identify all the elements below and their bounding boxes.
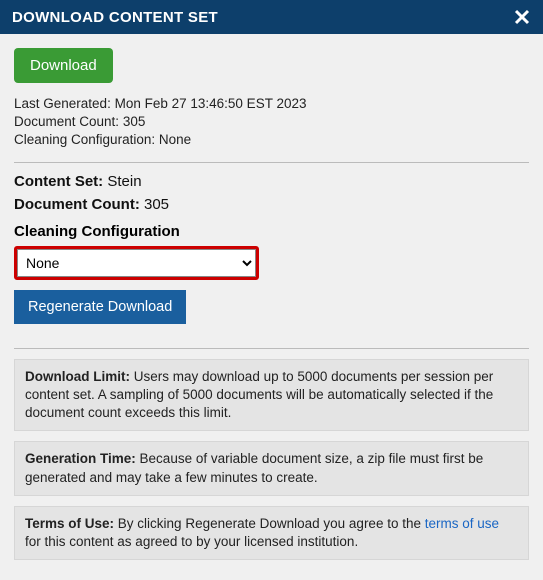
doc-count-label: Document Count: xyxy=(14,196,140,213)
content-set-row: Content Set: Stein xyxy=(14,173,529,190)
terms-of-use-notice: Terms of Use: By clicking Regenerate Dow… xyxy=(14,506,529,560)
doc-count-value: 305 xyxy=(144,196,169,213)
divider xyxy=(14,162,529,163)
terms-of-use-link[interactable]: terms of use xyxy=(425,516,499,531)
generation-time-notice: Generation Time: Because of variable doc… xyxy=(14,441,529,495)
meta-cleaning-row: Cleaning Configuration: None xyxy=(14,131,529,149)
terms-of-use-title: Terms of Use: xyxy=(25,516,114,531)
modal-title: DOWNLOAD CONTENT SET xyxy=(12,9,218,26)
cleaning-config-label: Cleaning Configuration xyxy=(14,223,529,240)
regenerate-download-button[interactable]: Regenerate Download xyxy=(14,290,186,324)
last-generated-value: Mon Feb 27 13:46:50 EST 2023 xyxy=(115,96,307,111)
meta-cleaning-value: None xyxy=(159,132,191,147)
generation-time-title: Generation Time: xyxy=(25,451,136,466)
content-set-label: Content Set: xyxy=(14,173,103,190)
terms-of-use-post: for this content as agreed to by your li… xyxy=(25,534,358,549)
divider-2 xyxy=(14,348,529,349)
content-set-value: Stein xyxy=(107,173,141,190)
meta-doc-count-row: Document Count: 305 xyxy=(14,113,529,131)
meta-doc-count-value: 305 xyxy=(123,114,146,129)
generation-meta: Last Generated: Mon Feb 27 13:46:50 EST … xyxy=(14,95,529,150)
meta-cleaning-label: Cleaning Configuration: xyxy=(14,132,155,147)
download-limit-title: Download Limit: xyxy=(25,369,130,384)
terms-of-use-pre: By clicking Regenerate Download you agre… xyxy=(118,516,425,531)
last-generated-label: Last Generated: xyxy=(14,96,111,111)
modal-body: Download Last Generated: Mon Feb 27 13:4… xyxy=(0,34,543,580)
cleaning-config-select[interactable]: None xyxy=(17,249,256,277)
close-icon[interactable] xyxy=(513,8,531,26)
meta-doc-count-label: Document Count: xyxy=(14,114,119,129)
last-generated-row: Last Generated: Mon Feb 27 13:46:50 EST … xyxy=(14,95,529,113)
download-content-set-modal: DOWNLOAD CONTENT SET Download Last Gener… xyxy=(0,0,543,580)
modal-header: DOWNLOAD CONTENT SET xyxy=(0,0,543,34)
cleaning-config-highlight: None xyxy=(14,246,259,280)
download-button[interactable]: Download xyxy=(14,48,113,83)
download-limit-notice: Download Limit: Users may download up to… xyxy=(14,359,529,432)
doc-count-row: Document Count: 305 xyxy=(14,196,529,213)
